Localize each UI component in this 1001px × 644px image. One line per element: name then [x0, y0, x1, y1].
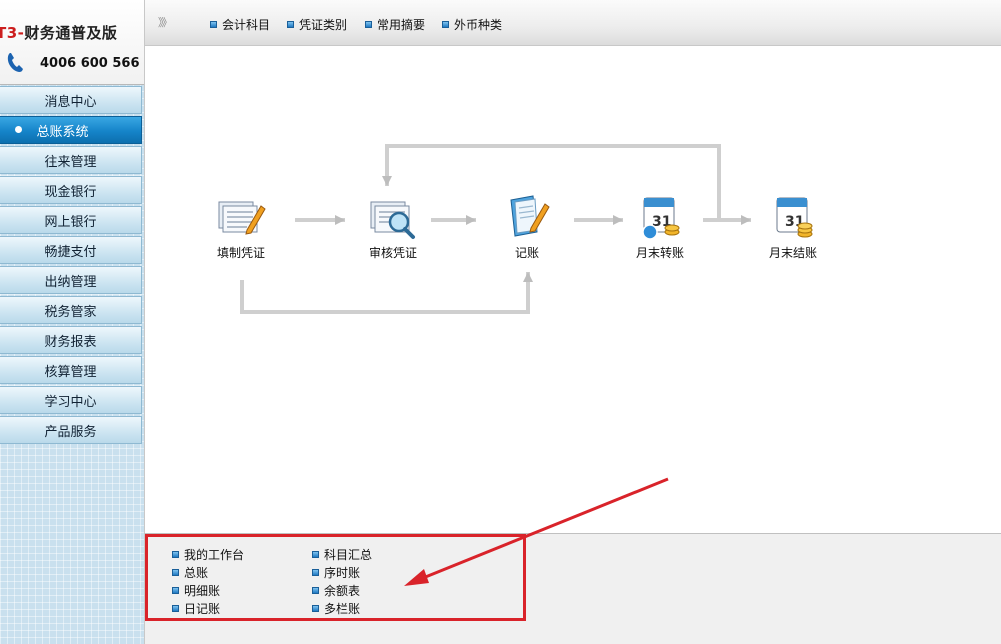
toolbar-item-label: 凭证类别 — [299, 18, 348, 32]
app-window: T3-财务通普及版 4006 600 566 消息中心 总账系统 往来管理 现金… — [0, 0, 1001, 644]
quick-link-general-ledger[interactable]: 总账 — [172, 564, 208, 581]
quick-link-label: 日记账 — [184, 602, 221, 616]
sidebar-item-financial-reports[interactable]: 财务报表 — [0, 326, 142, 354]
bullet-icon — [172, 551, 179, 558]
bullet-icon — [210, 21, 217, 28]
quick-link-label: 余额表 — [324, 584, 361, 598]
sidebar-item-label: 总账系统 — [36, 124, 89, 140]
flow-node-month-end-transfer[interactable]: 31 月末转账 — [620, 192, 700, 261]
flow-node-label: 记账 — [514, 246, 539, 260]
toolbar-item-accounting-subjects[interactable]: 会计科目 — [210, 16, 270, 33]
flow-node-label: 月末转账 — [635, 246, 684, 260]
bullet-icon — [365, 21, 372, 28]
quick-link-label: 科目汇总 — [324, 548, 373, 562]
audit-magnifier-icon — [370, 201, 415, 239]
toolbar-item-currency-types[interactable]: 外币种类 — [442, 16, 502, 33]
sidebar-item-accounting[interactable]: 核算管理 — [0, 356, 142, 384]
sidebar-item-label: 畅捷支付 — [44, 244, 97, 260]
toolbar-item-label: 外币种类 — [454, 18, 503, 32]
brand-header: T3-财务通普及版 4006 600 566 — [0, 0, 144, 85]
bullet-icon — [172, 587, 179, 594]
quick-link-label: 多栏账 — [324, 602, 361, 616]
quick-link-my-workbench[interactable]: 我的工作台 — [172, 546, 244, 563]
bullet-icon — [312, 587, 319, 594]
sidebar-item-label: 消息中心 — [44, 94, 97, 110]
flow-node-audit-voucher[interactable]: 审核凭证 — [353, 192, 433, 261]
phone-icon — [7, 53, 24, 72]
toolbar-item-label: 常用摘要 — [377, 18, 426, 32]
calendar-coins-icon: 31 — [776, 197, 813, 238]
expand-arrows-icon[interactable]: 》》 — [158, 14, 172, 30]
flow-node-posting[interactable]: 记账 — [487, 192, 567, 261]
sidebar-menu: 消息中心 总账系统 往来管理 现金银行 网上银行 畅捷支付 出纳管理 税务管家 … — [0, 86, 144, 446]
sidebar-item-learning-center[interactable]: 学习中心 — [0, 386, 142, 414]
bullet-icon — [442, 21, 449, 28]
flow-node-label: 月末结账 — [768, 246, 817, 260]
sidebar-item-label: 现金银行 — [44, 184, 97, 200]
sidebar-item-message-center[interactable]: 消息中心 — [0, 86, 142, 114]
top-toolbar: 》》 会计科目 凭证类别 常用摘要 外币种类 — [144, 0, 1001, 46]
quick-link-label: 我的工作台 — [184, 548, 245, 562]
sidebar-item-label: 网上银行 — [44, 214, 97, 230]
active-dot-icon — [15, 126, 22, 133]
quick-link-label: 明细账 — [184, 584, 221, 598]
sidebar-item-label: 税务管家 — [44, 304, 97, 320]
sidebar-item-product-service[interactable]: 产品服务 — [0, 416, 142, 444]
flow-node-label: 填制凭证 — [216, 246, 265, 260]
flow-bypass-arrow — [240, 272, 533, 314]
quick-link-balance-sheet[interactable]: 余额表 — [312, 582, 360, 599]
bullet-icon — [172, 605, 179, 612]
sidebar-item-cash-bank[interactable]: 现金银行 — [0, 176, 142, 204]
quick-links-panel: 我的工作台 总账 明细账 日记账 科目汇总 序时账 余额表 多栏账 — [144, 533, 1001, 644]
brand-title-name: 财务通普及版 — [24, 24, 118, 42]
toolbar-item-label: 会计科目 — [222, 18, 271, 32]
workflow-canvas: 填制凭证 审核凭证 记账 31 月末转账 31 月末结账 — [144, 46, 1001, 533]
quick-link-chronological-ledger[interactable]: 序时账 — [312, 564, 360, 581]
flow-node-fill-voucher[interactable]: 填制凭证 — [201, 192, 281, 261]
posting-book-icon — [510, 195, 550, 237]
sidebar-item-label: 产品服务 — [44, 424, 97, 440]
sidebar-item-label: 学习中心 — [44, 394, 97, 410]
sidebar-item-online-bank[interactable]: 网上银行 — [0, 206, 142, 234]
sidebar-item-cashier[interactable]: 出纳管理 — [0, 266, 142, 294]
sidebar-item-receivables[interactable]: 往来管理 — [0, 146, 142, 174]
bullet-icon — [287, 21, 294, 28]
sidebar-item-label: 出纳管理 — [44, 274, 97, 290]
bullet-icon — [312, 551, 319, 558]
quick-link-daybook[interactable]: 日记账 — [172, 600, 220, 617]
sidebar-item-label: 核算管理 — [44, 364, 97, 380]
sidebar-item-general-ledger[interactable]: 总账系统 — [0, 116, 142, 144]
quick-link-subject-summary[interactable]: 科目汇总 — [312, 546, 372, 563]
calendar-transfer-icon: 31 — [642, 197, 680, 240]
toolbar-item-common-summaries[interactable]: 常用摘要 — [365, 16, 425, 33]
quick-link-detail-ledger[interactable]: 明细账 — [172, 582, 220, 599]
voucher-pen-icon — [218, 201, 266, 235]
bullet-icon — [312, 605, 319, 612]
sidebar: T3-财务通普及版 4006 600 566 消息中心 总账系统 往来管理 现金… — [0, 0, 144, 644]
sidebar-item-tax-manager[interactable]: 税务管家 — [0, 296, 142, 324]
quick-link-label: 总账 — [184, 566, 209, 580]
sidebar-item-label: 财务报表 — [44, 334, 97, 350]
quick-link-label: 序时账 — [324, 566, 361, 580]
sidebar-item-label: 往来管理 — [44, 154, 97, 170]
bullet-icon — [172, 569, 179, 576]
phone-number: 4006 600 566 — [40, 56, 140, 71]
workflow-connectors — [240, 144, 751, 314]
brand-title-prefix: T3- — [0, 24, 25, 42]
toolbar-item-voucher-types[interactable]: 凭证类别 — [287, 16, 347, 33]
bullet-icon — [312, 569, 319, 576]
flow-node-month-end-closing[interactable]: 31 月末结账 — [753, 192, 833, 261]
brand-title: T3-财务通普及版 — [0, 22, 117, 43]
flow-node-label: 审核凭证 — [368, 246, 417, 260]
sidebar-item-chanjet-pay[interactable]: 畅捷支付 — [0, 236, 142, 264]
quick-link-multi-column-ledger[interactable]: 多栏账 — [312, 600, 360, 617]
